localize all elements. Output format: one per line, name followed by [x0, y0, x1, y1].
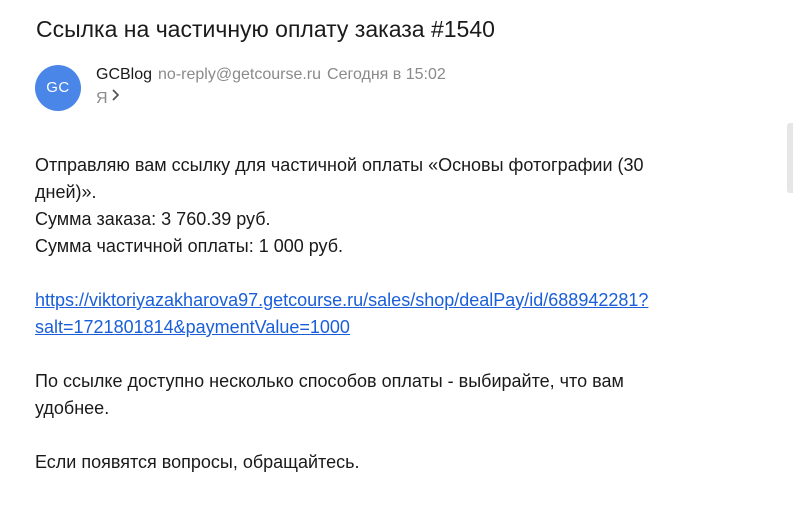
- sender-email[interactable]: no-reply@getcourse.ru: [158, 66, 321, 83]
- body-line: По ссылке доступно несколько способов оп…: [35, 371, 624, 391]
- sender-meta: GCBlog no-reply@getcourse.ru Сегодня в 15:…: [96, 64, 446, 86]
- body-line: Отправляю вам ссылку для частичной оплат…: [35, 155, 644, 175]
- payment-link-continued[interactable]: salt=1721801814&paymentValue=1000: [35, 314, 760, 341]
- body-line: удобнее.: [35, 398, 110, 418]
- payment-link-part-1[interactable]: https://viktoriyazakharova97.getcourse.r…: [35, 290, 648, 310]
- payment-link-part-2[interactable]: salt=1721801814&paymentValue=1000: [35, 317, 350, 337]
- body-line: Если появятся вопросы, обращайтесь.: [35, 452, 360, 472]
- recipient-toggle[interactable]: Я: [96, 88, 120, 110]
- body-line: дней)».: [35, 182, 97, 202]
- recipient-label: Я: [96, 90, 108, 107]
- email-header: GC GCBlog no-reply@getcourse.ru Сегодня в …: [35, 64, 775, 112]
- payment-link[interactable]: https://viktoriyazakharova97.getcourse.r…: [35, 287, 760, 314]
- sender-avatar[interactable]: GC: [35, 65, 81, 111]
- scrollbar-thumb[interactable]: [787, 123, 793, 193]
- sent-time: Сегодня в 15:02: [327, 66, 446, 83]
- email-subject: Ссылка на частичную оплату заказа #1540: [36, 16, 495, 42]
- chevron-right-icon: [112, 86, 120, 108]
- partial-sum-line: Сумма частичной оплаты: 1 000 руб.: [35, 236, 344, 256]
- order-sum-line: Сумма заказа: 3 760.39 руб.: [35, 209, 271, 229]
- sender-name[interactable]: GCBlog: [96, 66, 152, 83]
- email-body: Отправляю вам ссылку для частичной оплат…: [35, 152, 760, 476]
